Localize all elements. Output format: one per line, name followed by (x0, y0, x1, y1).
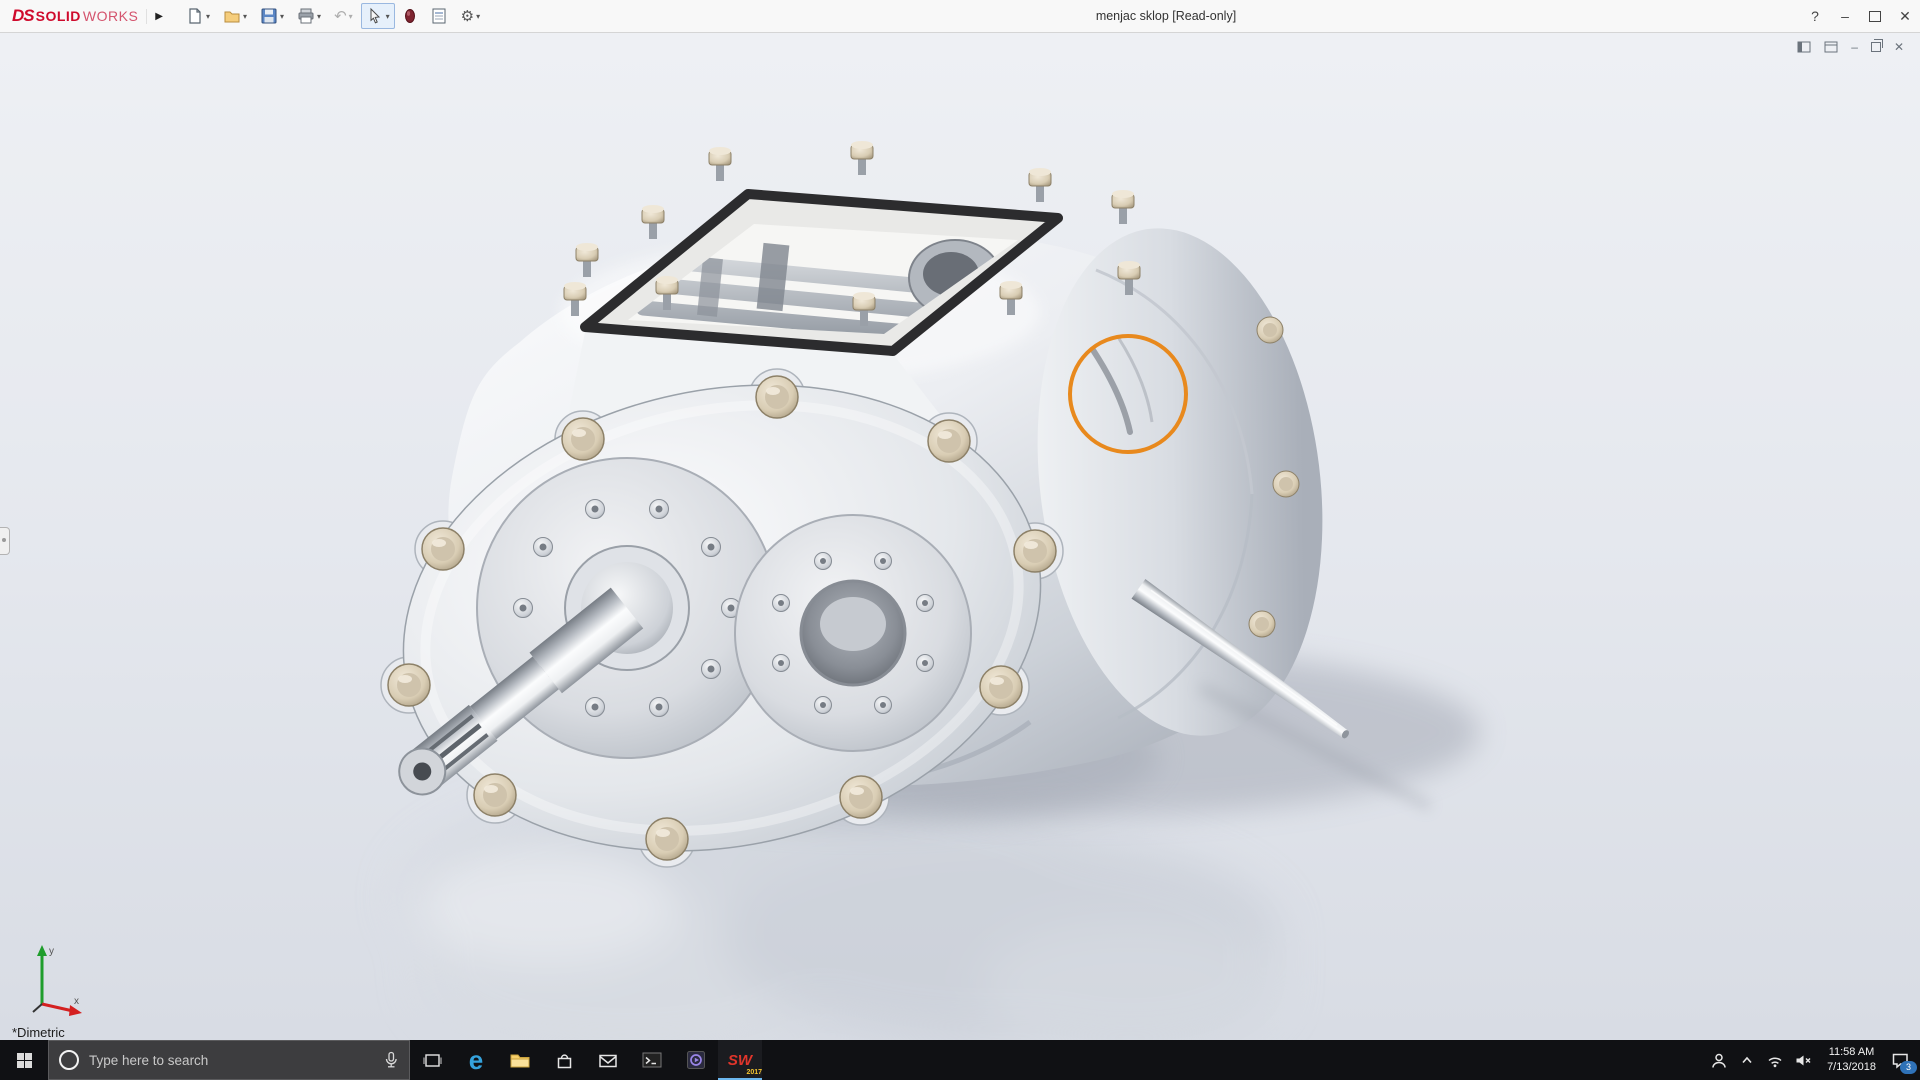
menu-flyout-button[interactable]: ▶ (146, 8, 171, 24)
dropdown-caret[interactable]: ▾ (317, 12, 321, 21)
x-axis-label: x (74, 996, 79, 1007)
print-icon (298, 8, 314, 24)
quick-access-toolbar: ▾ ▾ ▾ ▾ ↶ ▾ ▾ ⚙ ▾ (181, 3, 485, 29)
logo-text-works: WORKS (82, 8, 139, 24)
minimize-button[interactable]: – (1830, 0, 1860, 32)
rear-cover-bolt (1256, 316, 1284, 344)
help-button[interactable]: ? (1800, 0, 1830, 32)
start-button[interactable] (0, 1040, 48, 1080)
dropdown-caret[interactable]: ▾ (386, 12, 390, 21)
sheet-icon (432, 8, 446, 24)
open-button[interactable]: ▾ (218, 3, 252, 29)
solidworks-taskbar-button[interactable]: SW 2017 (718, 1040, 762, 1080)
media-app-icon (687, 1051, 705, 1069)
cortana-icon (59, 1050, 79, 1070)
volume-muted-icon[interactable] (1795, 1052, 1812, 1069)
edge-icon: e (468, 1045, 484, 1075)
store-button[interactable] (542, 1040, 586, 1080)
file-explorer-button[interactable] (498, 1040, 542, 1080)
select-tool-button[interactable]: ▾ (360, 3, 395, 29)
logo-text-solid: SOLID (35, 8, 81, 24)
document-window-controls: – ✕ (1797, 39, 1904, 54)
console-button[interactable] (630, 1040, 674, 1080)
options-gear-icon: ⚙ (460, 7, 475, 25)
sheet-properties-button[interactable] (425, 3, 453, 29)
dropdown-caret[interactable]: ▾ (280, 12, 284, 21)
doc-restore-button[interactable] (1870, 39, 1883, 52)
mail-button[interactable] (586, 1040, 630, 1080)
task-pane-handle[interactable] (0, 527, 10, 555)
edge-button[interactable]: e (454, 1040, 498, 1080)
rear-cover-bolt (1272, 470, 1300, 498)
graphics-area[interactable]: – ✕ y x *Dimetric (0, 32, 1920, 1040)
clock-date: 7/13/2018 (1827, 1061, 1876, 1073)
print-button[interactable]: ▾ (292, 3, 326, 29)
orientation-triad: y x (32, 945, 82, 1016)
solidworks-window: DS SOLID WORKS ▶ ▾ ▾ ▾ ▾ ↶ ▾ ▾ ⚙ ▾ menja… (0, 0, 1920, 1080)
dropdown-caret[interactable]: ▾ (206, 12, 210, 21)
taskbar: Type here to search e SW 2017 11:58 AM 7… (0, 1040, 1920, 1080)
window-controls: ? – ✕ (1800, 0, 1920, 32)
task-view-button[interactable] (410, 1040, 454, 1080)
wifi-icon[interactable] (1766, 1053, 1784, 1068)
notification-badge: 3 (1900, 1060, 1917, 1074)
people-icon[interactable] (1710, 1052, 1728, 1069)
search-placeholder: Type here to search (89, 1052, 209, 1068)
microphone-icon[interactable] (383, 1051, 399, 1069)
media-app-button[interactable] (674, 1040, 718, 1080)
bore-inner-face (820, 597, 886, 651)
new-document-icon (189, 8, 201, 24)
system-tray: 11:58 AM 7/13/2018 3 (1704, 1040, 1920, 1080)
save-button[interactable]: ▾ (255, 3, 289, 29)
document-title: menjac sklop [Read-only] (1095, 9, 1237, 23)
appearance-icon (404, 9, 415, 23)
save-icon (261, 8, 277, 24)
task-view-icon (422, 1053, 442, 1067)
undo-button[interactable]: ↶ ▾ (329, 5, 358, 28)
console-icon (642, 1052, 662, 1068)
undo-icon: ↶ (334, 7, 347, 25)
mail-icon (599, 1054, 617, 1067)
view-orientation-label: *Dimetric (12, 1025, 65, 1040)
maximize-button[interactable] (1860, 0, 1890, 32)
ds-logo-mark: DS (12, 6, 35, 25)
new-window-icon[interactable] (1824, 41, 1838, 53)
dropdown-caret[interactable]: ▾ (243, 12, 247, 21)
open-folder-icon (224, 11, 240, 23)
action-center-button[interactable]: 3 (1891, 1052, 1917, 1074)
taskbar-search[interactable]: Type here to search (48, 1040, 410, 1080)
chevron-up-icon[interactable] (1739, 1053, 1755, 1067)
appearance-button[interactable] (398, 3, 422, 29)
options-button[interactable]: ⚙ ▾ (456, 5, 485, 28)
clock-time: 11:58 AM (1828, 1046, 1875, 1059)
y-axis-label: y (49, 946, 54, 957)
new-document-button[interactable]: ▾ (181, 3, 215, 29)
titlebar: DS SOLID WORKS ▶ ▾ ▾ ▾ ▾ ↶ ▾ ▾ ⚙ ▾ menja… (0, 0, 1920, 33)
gearbox-model[interactable] (0, 32, 1920, 1040)
windows-logo-icon (16, 1052, 32, 1068)
doc-minimize-button[interactable]: – (1851, 40, 1858, 54)
doc-close-button[interactable]: ✕ (1894, 40, 1904, 54)
solidworks-logo: DS SOLID WORKS (0, 6, 146, 26)
rear-cover-bolt (1248, 610, 1276, 638)
solidworks-app-icon: SW 2017 (727, 1051, 763, 1076)
maximize-icon (1869, 10, 1881, 22)
close-button[interactable]: ✕ (1890, 0, 1920, 32)
file-explorer-icon (510, 1054, 530, 1068)
taskbar-clock[interactable]: 11:58 AM 7/13/2018 (1823, 1045, 1880, 1075)
select-cursor-icon (370, 7, 380, 24)
store-icon (557, 1053, 571, 1068)
y-axis-arrow (37, 945, 47, 956)
dropdown-caret[interactable]: ▾ (349, 12, 353, 21)
dropdown-caret[interactable]: ▾ (476, 12, 480, 21)
dock-pane-icon[interactable] (1797, 41, 1811, 53)
